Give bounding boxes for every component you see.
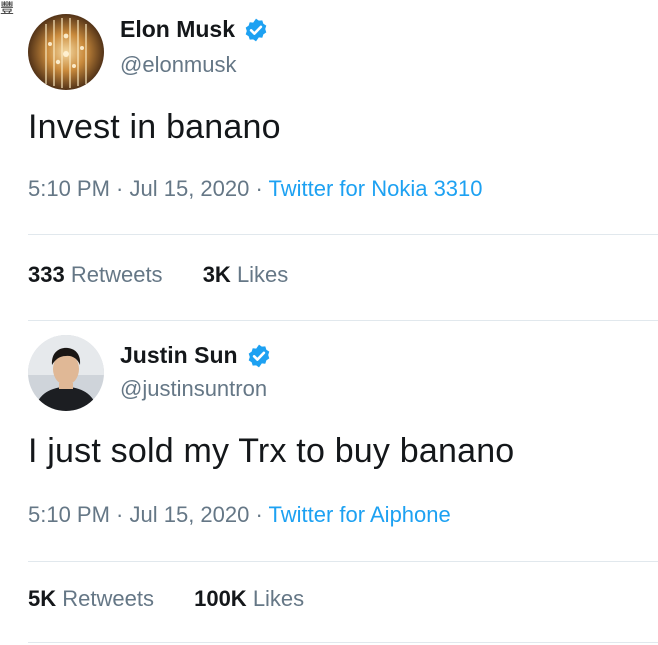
user-handle[interactable]: @elonmusk [120,52,237,78]
tweet-time[interactable]: 5:10 PM [28,502,110,527]
tweet-date[interactable]: Jul 15, 2020 [130,502,250,527]
divider [28,642,658,643]
author-row: Justin Sun [120,342,272,369]
meta-separator: · [109,176,130,201]
likes-stat[interactable]: 3K Likes [203,262,289,287]
verified-badge-icon [243,17,269,43]
divider [28,320,658,321]
retweets-label: Retweets [70,262,163,287]
divider [28,234,658,235]
retweets-stat[interactable]: 5K Retweets [28,586,154,611]
author-row: Elon Musk [120,16,269,43]
tweet-time[interactable]: 5:10 PM [28,176,110,201]
display-name[interactable]: Elon Musk [120,16,235,43]
retweets-count: 333 [28,262,65,287]
meta-separator: · [249,502,269,527]
user-handle[interactable]: @justinsuntron [120,376,267,402]
meta-separator: · [249,176,269,201]
tweet-text: Invest in banano [28,108,281,146]
display-name[interactable]: Justin Sun [120,342,238,369]
tweet-card: Justin Sun @justinsuntron I just sold my… [0,322,658,645]
avatar-image [28,14,104,90]
likes-label: Likes [252,586,305,611]
tweet-meta: 5:10 PM · Jul 15, 2020 · Twitter for Nok… [28,176,483,202]
tweet-card: Elon Musk @elonmusk Invest in banano 5:1… [0,0,658,322]
verified-badge-icon [246,343,272,369]
likes-label: Likes [236,262,289,287]
tweet-source-link[interactable]: Twitter for Nokia 3310 [269,176,483,201]
likes-count: 3K [202,262,231,287]
retweets-label: Retweets [62,586,154,611]
meta-separator: · [109,502,130,527]
retweets-count: 5K [28,586,57,611]
avatar[interactable] [28,335,104,411]
tweet-text: I just sold my Trx to buy banano [28,432,515,470]
divider [28,561,658,562]
tweet-source-link[interactable]: Twitter for Aiphone [269,502,451,527]
tweet-date[interactable]: Jul 15, 2020 [130,176,250,201]
avatar[interactable] [28,14,104,90]
tweet-stats: 333 Retweets 3K Likes [28,262,288,288]
likes-stat[interactable]: 100K Likes [194,586,304,611]
tweet-stats: 5K Retweets 100K Likes [28,586,304,612]
tweet-meta: 5:10 PM · Jul 15, 2020 · Twitter for Aip… [28,502,451,528]
retweets-stat[interactable]: 333 Retweets [28,262,163,287]
likes-count: 100K [194,586,247,611]
avatar-image [28,335,104,411]
